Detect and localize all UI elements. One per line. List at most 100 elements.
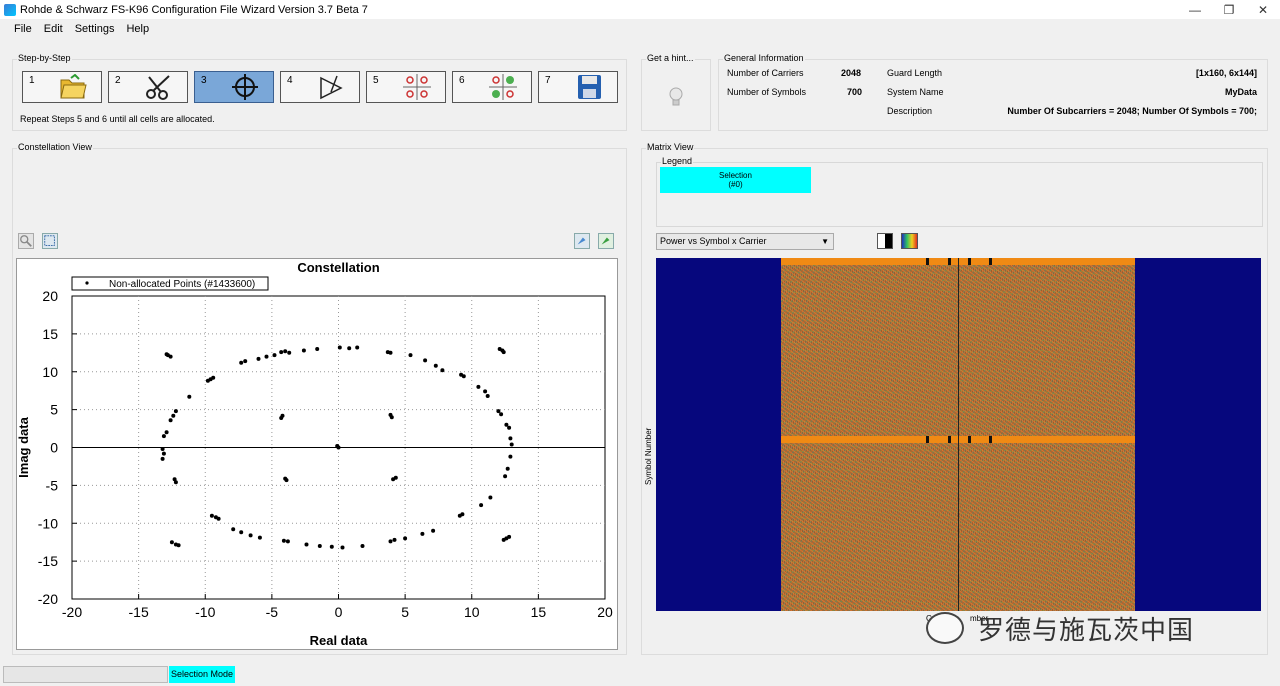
- data-point: [340, 545, 345, 550]
- data-point: [391, 477, 396, 482]
- step-button-3[interactable]: 3: [194, 71, 274, 103]
- data-point: [483, 389, 488, 394]
- watermark-text: 罗德与施瓦茨中国: [978, 615, 1195, 646]
- y-tick-label: 10: [42, 364, 58, 380]
- magnifier-icon: [20, 235, 32, 247]
- band-tick: [948, 258, 951, 265]
- data-point: [173, 409, 178, 414]
- dc-carrier-line: [958, 258, 959, 611]
- menu-help[interactable]: Help: [120, 23, 155, 35]
- data-point: [337, 345, 342, 350]
- data-point: [431, 528, 436, 533]
- data-point: [205, 378, 210, 383]
- data-point: [239, 360, 244, 365]
- selection-mode-indicator[interactable]: Selection Mode: [169, 666, 235, 683]
- step-number: 3: [201, 75, 207, 86]
- lightbulb-icon[interactable]: [668, 86, 684, 110]
- band-tick: [948, 436, 951, 443]
- menu-file[interactable]: File: [8, 23, 38, 35]
- data-point: [168, 418, 173, 423]
- data-point: [496, 409, 501, 414]
- x-tick-label: -5: [266, 604, 279, 620]
- maximize-button[interactable]: ❐: [1212, 0, 1246, 19]
- step-button-5[interactable]: 5: [366, 71, 446, 103]
- matrix-mode-dropdown[interactable]: Power vs Symbol x Carrier ▼: [656, 233, 834, 250]
- data-point: [499, 412, 504, 417]
- data-point: [257, 535, 262, 540]
- data-point: [187, 394, 192, 399]
- step-button-6[interactable]: 6: [452, 71, 532, 103]
- data-point: [461, 374, 466, 379]
- watermark: 罗德与施瓦茨中国: [926, 608, 1246, 648]
- data-point: [211, 375, 216, 380]
- selection-legend-button[interactable]: Selection (#0): [660, 167, 811, 193]
- select-area-button[interactable]: [42, 233, 58, 249]
- data-point: [505, 466, 510, 471]
- num-symbols-value: 700: [847, 87, 863, 97]
- data-point: [388, 539, 393, 544]
- pin-green-button[interactable]: [598, 233, 614, 249]
- step-button-4[interactable]: 4: [280, 71, 360, 103]
- constellation-plot[interactable]: -20 -15 -10 -5 0 5 10 15 20 20 15 10 5 0 -5 -10 -15 -20 Co…: [16, 258, 618, 650]
- data-point: [485, 394, 490, 398]
- pin-green-icon: [601, 237, 610, 245]
- data-point: [460, 512, 465, 517]
- link-grid-green-icon: [489, 74, 517, 100]
- grayscale-palette-button[interactable]: [877, 233, 893, 249]
- data-point: [160, 456, 165, 461]
- selection-count: (#0): [728, 180, 743, 189]
- constellation-view-label: Constellation View: [17, 142, 93, 152]
- step-button-2[interactable]: 2: [108, 71, 188, 103]
- matrix-plot[interactable]: [656, 258, 1261, 611]
- zoom-tool-button[interactable]: [18, 233, 34, 249]
- data-point: [440, 368, 445, 373]
- data-point: [508, 436, 513, 441]
- chart-title: Constellation: [297, 260, 379, 275]
- data-point: [287, 350, 292, 355]
- menu-settings[interactable]: Settings: [69, 23, 121, 35]
- data-point: [329, 544, 334, 549]
- data-point: [355, 345, 360, 350]
- legend-label: Legend: [661, 156, 694, 166]
- step-by-step-label: Step-by-Step: [17, 53, 72, 63]
- step-button-1[interactable]: 1: [22, 71, 102, 103]
- y-tick-label: -5: [46, 477, 59, 493]
- window-controls: — ❐ ✕: [1178, 0, 1280, 19]
- description-value: Number Of Subcarriers = 2048; Number Of …: [1007, 106, 1257, 116]
- data-point: [389, 415, 394, 420]
- data-point: [164, 430, 169, 435]
- pin-icon: [577, 237, 586, 245]
- data-point: [315, 347, 320, 351]
- x-tick-label: -10: [195, 604, 215, 620]
- minimize-button[interactable]: —: [1178, 0, 1212, 19]
- data-point: [508, 454, 513, 459]
- pin-tool-button[interactable]: [574, 233, 590, 249]
- data-point: [360, 544, 365, 548]
- close-button[interactable]: ✕: [1246, 0, 1280, 19]
- matrix-y-axis-label: Symbol Number: [644, 427, 653, 485]
- app-icon: [4, 3, 16, 16]
- data-point: [171, 413, 176, 418]
- num-carriers-value: 2048: [841, 68, 862, 78]
- system-name-value: MyData: [1224, 87, 1257, 97]
- save-disk-icon: [578, 75, 601, 99]
- menu-edit[interactable]: Edit: [38, 23, 69, 35]
- x-tick-label: 15: [531, 604, 547, 620]
- y-tick-label: 20: [42, 288, 58, 304]
- data-point: [388, 350, 393, 355]
- band-tick: [926, 436, 929, 443]
- data-point: [301, 348, 306, 353]
- select-rect-icon: [44, 235, 55, 246]
- data-point: [160, 447, 165, 451]
- menu-bar: File Edit Settings Help: [0, 19, 1280, 39]
- data-point: [279, 416, 284, 420]
- step-number: 5: [373, 75, 379, 86]
- step-button-7[interactable]: 7: [538, 71, 618, 103]
- step-number: 6: [459, 75, 465, 86]
- system-name-label: System Name: [887, 87, 944, 97]
- description-label: Description: [887, 106, 933, 116]
- step-number: 2: [115, 75, 121, 86]
- color-palette-button[interactable]: [901, 233, 918, 249]
- legend-marker: [85, 281, 89, 285]
- data-point: [317, 544, 322, 548]
